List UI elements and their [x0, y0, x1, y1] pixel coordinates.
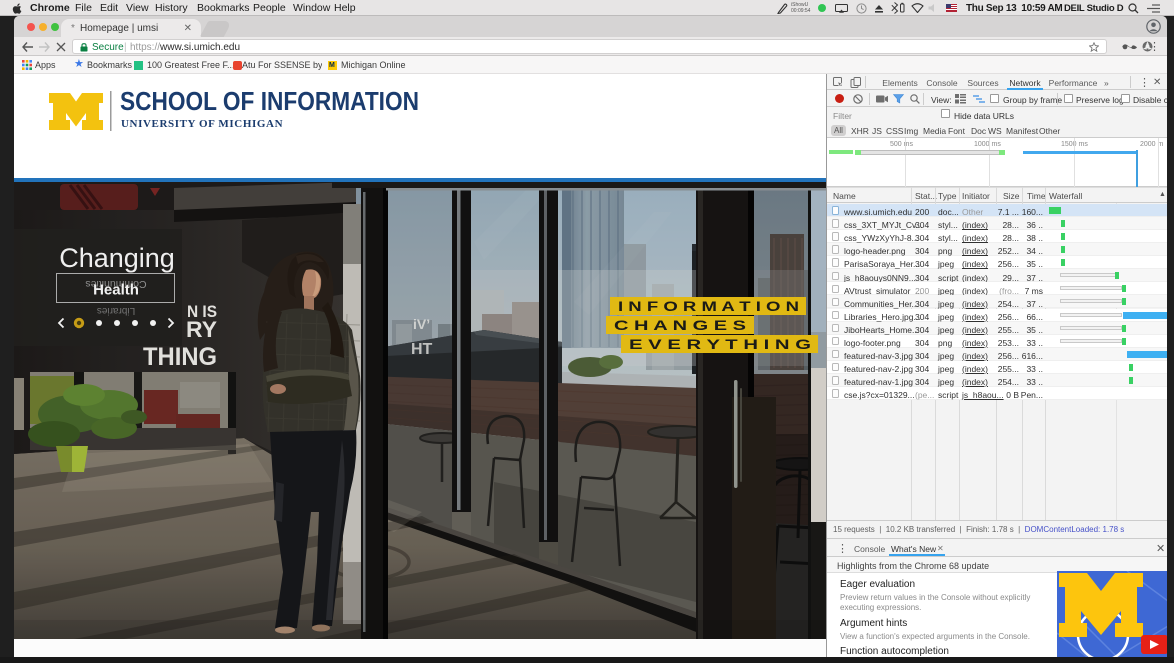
svg-text:UNIVERSITY OF MICHIGAN: UNIVERSITY OF MICHIGAN	[121, 118, 283, 130]
svg-text:SCHOOL OF INFORMATION: SCHOOL OF INFORMATION	[120, 86, 419, 116]
